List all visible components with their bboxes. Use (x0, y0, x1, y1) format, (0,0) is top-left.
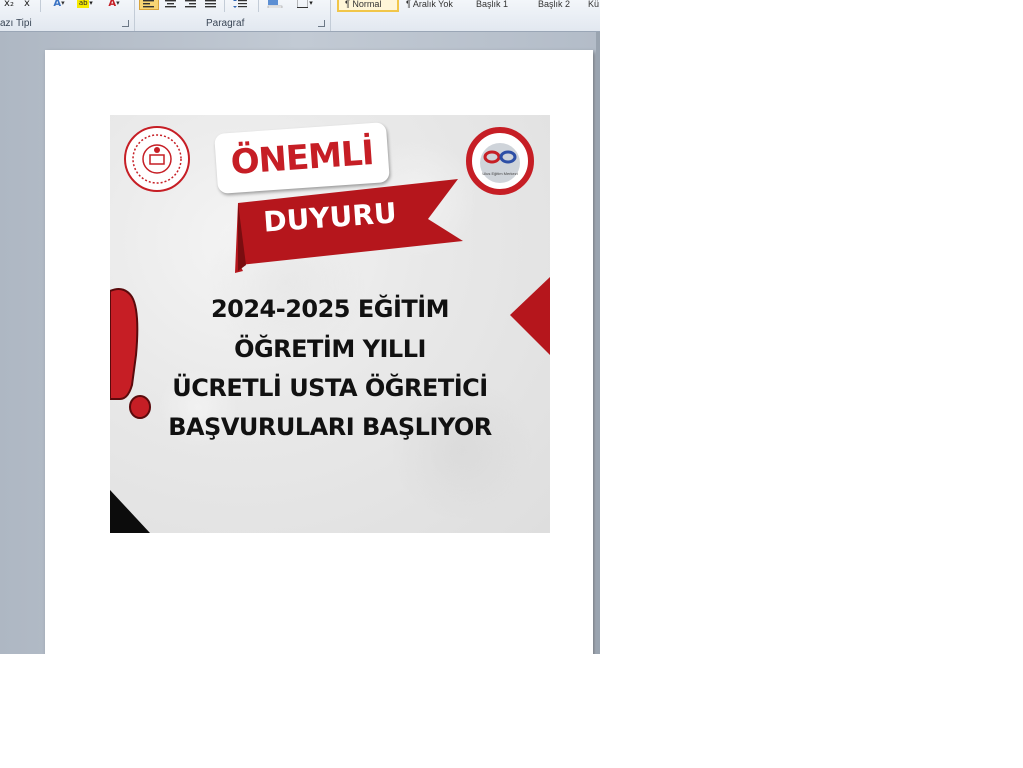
poster-line-4: BAŞVURULARI BAŞLIYOR (168, 413, 492, 441)
group-separator (134, 0, 135, 31)
chevron-down-icon: ▾ (89, 0, 93, 7)
align-center-icon (165, 0, 176, 7)
borders-icon (297, 0, 309, 8)
shading-button[interactable] (264, 0, 286, 10)
chevron-down-icon: ▾ (61, 0, 65, 7)
bottom-triangle-shape (110, 490, 150, 533)
align-left-button[interactable] (139, 0, 159, 10)
align-right-icon (185, 0, 196, 7)
clear-format-button[interactable]: x (20, 0, 34, 10)
onemli-badge: ÖNEMLİ (214, 122, 390, 194)
text-effects-label: A (53, 0, 62, 9)
highlight-label: ab (77, 0, 90, 8)
line-spacing-icon (233, 0, 247, 8)
subscript-label: x₂ (4, 0, 14, 9)
style-no-spacing[interactable]: ¶ Aralık Yok (400, 0, 468, 12)
logo-caption: Ulus Eğitim Merkezi (482, 171, 517, 176)
style-no-spacing-label: ¶ Aralık Yok (406, 0, 453, 9)
style-heading-1[interactable]: Başlık 1 (470, 0, 530, 12)
style-more[interactable]: Kü (584, 0, 600, 12)
style-heading-1-label: Başlık 1 (476, 0, 509, 9)
chevron-down-icon: ▾ (309, 0, 313, 7)
poster-line-1: 2024-2025 EĞİTİM (210, 295, 450, 323)
font-group-label: azı Tipi (0, 18, 32, 29)
line-spacing-button[interactable] (230, 0, 252, 10)
poster-image[interactable]: Ulus Eğitim Merkezi ÖNEMLİ DUYURU 2024-2… (110, 115, 550, 533)
style-normal[interactable]: ¶ Normal (337, 0, 399, 12)
education-center-logo-icon: Ulus Eğitim Merkezi (466, 127, 534, 195)
align-left-icon (143, 0, 154, 7)
style-more-label: Kü (588, 0, 600, 9)
align-right-button[interactable] (182, 0, 200, 10)
document-area[interactable]: Ulus Eğitim Merkezi ÖNEMLİ DUYURU 2024-2… (0, 32, 600, 654)
ribbon: x₂ x A ▾ ab ▾ A ▾ ▾ azı Tipi Paragraf ¶ … (0, 0, 600, 32)
document-page[interactable]: Ulus Eğitim Merkezi ÖNEMLİ DUYURU 2024-2… (45, 50, 593, 654)
borders-button[interactable]: ▾ (292, 0, 318, 10)
poster-line-2: ÖĞRETİM YILLI (234, 335, 426, 363)
poster-line-3: ÜCRETLİ USTA ÖĞRETİCİ (172, 374, 488, 402)
font-dialog-launcher-icon[interactable] (122, 20, 129, 27)
ministry-seal-icon (124, 126, 190, 192)
text-effects-button[interactable]: A ▾ (48, 0, 70, 10)
align-center-button[interactable] (162, 0, 180, 10)
justify-button[interactable] (202, 0, 220, 10)
onemli-text: ÖNEMLİ (229, 133, 375, 183)
clear-format-label: x (24, 0, 30, 9)
shading-icon (267, 0, 283, 8)
separator (258, 0, 259, 12)
font-color-button[interactable]: A ▾ (102, 0, 126, 10)
separator (224, 0, 225, 12)
paragraph-group-label: Paragraf (206, 18, 245, 29)
separator (40, 0, 41, 12)
highlight-button[interactable]: ab ▾ (74, 0, 96, 10)
subscript-button[interactable]: x₂ (2, 0, 16, 10)
font-color-label: A (108, 0, 117, 9)
style-normal-label: ¶ Normal (345, 0, 382, 9)
group-separator (330, 0, 331, 31)
style-heading-2[interactable]: Başlık 2 (532, 0, 584, 12)
justify-icon (205, 0, 216, 7)
chevron-down-icon: ▾ (116, 0, 120, 7)
paragraph-dialog-launcher-icon[interactable] (318, 20, 325, 27)
vertical-scrollbar-edge[interactable] (596, 32, 600, 654)
word-window: x₂ x A ▾ ab ▾ A ▾ ▾ azı Tipi Paragraf ¶ … (0, 0, 600, 654)
style-heading-2-label: Başlık 2 (538, 0, 571, 9)
